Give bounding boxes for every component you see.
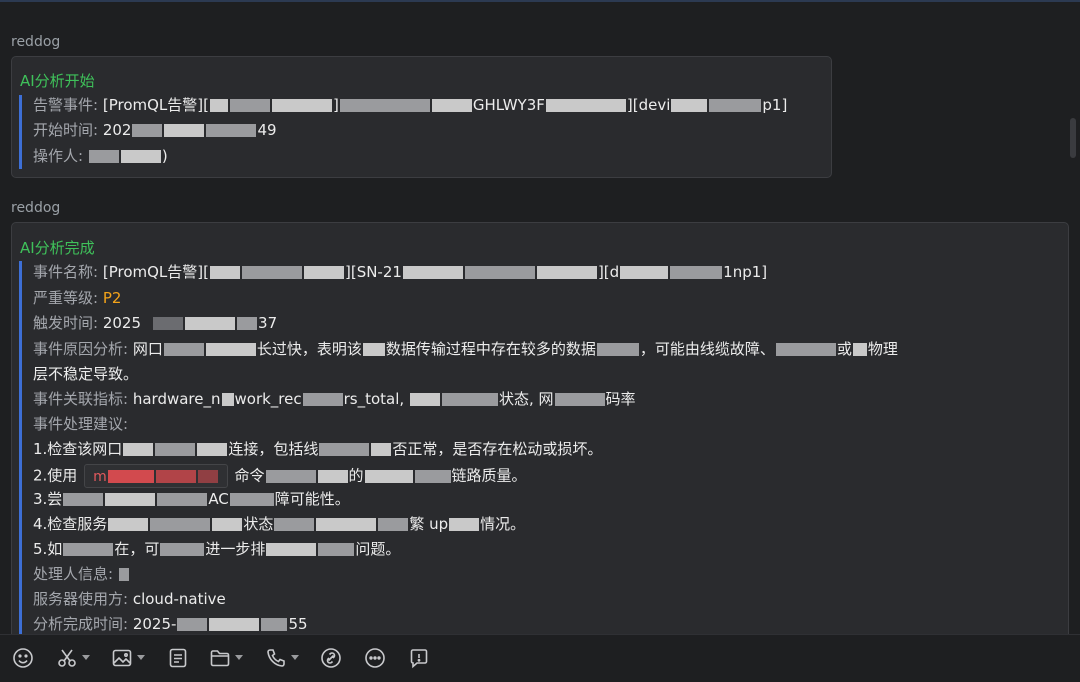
quote-bar (19, 95, 22, 169)
handling-advice-label: 事件处理建议: (33, 415, 129, 433)
advice-item: 4.检查服务 状态繁 up 情况。 (33, 515, 526, 533)
card-title: AI分析完成 (20, 239, 95, 257)
input-toolbar (0, 634, 1080, 682)
message-sender[interactable]: reddog (11, 200, 60, 216)
chevron-down-icon[interactable] (82, 655, 90, 661)
feedback-icon (408, 647, 430, 669)
link-icon (320, 647, 342, 669)
advice-item: 3.尝 AC 障可能性。 (33, 490, 350, 508)
quote-bar (19, 261, 22, 634)
message-sender[interactable]: reddog (11, 34, 60, 50)
alert-event-line: 告警事件: [PromQL告警][] GHLWY3F][devi p1] (33, 96, 788, 114)
severity-line: 严重等级: P2 (33, 289, 122, 307)
card-title: AI分析开始 (20, 72, 95, 90)
severity-badge: P2 (102, 289, 122, 307)
related-metrics-line: 事件关联指标: hardware_n work_rec rs_total, 状态, … (33, 390, 636, 408)
message-card-analysis-start: AI分析开始 告警事件: [PromQL告警][] GHLWY3F][devi p1… (11, 56, 832, 178)
link-button[interactable] (320, 646, 342, 670)
cause-analysis-line: 事件原因分析: 网口 长过快，表明该 数据传输过程中存在较多的数据 ，可能由线缆故障、… (33, 340, 898, 358)
folder-icon (209, 647, 231, 669)
handler-info-line: 处理人信息: (33, 564, 130, 584)
image-icon (111, 647, 133, 669)
emoji-icon (12, 647, 34, 669)
call-button[interactable] (265, 646, 299, 670)
phone-icon (265, 647, 287, 669)
chevron-down-icon[interactable] (137, 655, 145, 661)
image-button[interactable] (111, 646, 145, 670)
inline-code[interactable]: m (84, 464, 228, 488)
advice-item: 2.使用 m 命令的链路质量。 (33, 464, 527, 488)
start-time-line: 开始时间: 202 49 (33, 121, 277, 139)
cause-analysis-line-2: 层不稳定导致。 (33, 365, 139, 383)
event-name-line: 事件名称: [PromQL告警][][SN-21][d 1np1] (33, 263, 768, 281)
advice-item: 1.检查该网口 连接，包括线 否正常，是否存在松动或损坏。 (33, 440, 603, 458)
document-button[interactable] (167, 646, 189, 670)
server-owner-line: 服务器使用方: cloud-native (33, 590, 226, 608)
operator-line: 操作人: ) (33, 147, 168, 165)
message-card-analysis-complete: AI分析完成 事件名称: [PromQL告警][][SN-21][d 1np1] … (11, 222, 1069, 634)
trigger-time-line: 触发时间: 2025 37 (33, 314, 278, 332)
document-icon (167, 647, 189, 669)
chat-history[interactable]: reddog AI分析开始 告警事件: [PromQL告警][] GHLWY3F]… (0, 0, 1080, 634)
chevron-down-icon[interactable] (291, 655, 299, 661)
feedback-button[interactable] (408, 646, 430, 670)
more-button[interactable] (364, 646, 386, 670)
chat-scrollbar[interactable] (1070, 118, 1076, 158)
more-icon (364, 647, 386, 669)
chevron-down-icon[interactable] (235, 655, 243, 661)
advice-item: 5.如 在，可 进一步排 问题。 (33, 540, 401, 558)
scissors-icon (56, 647, 78, 669)
folder-button[interactable] (209, 646, 243, 670)
analysis-done-time-line: 分析完成时间: 2025- 55 (33, 615, 308, 633)
screenshot-button[interactable] (56, 646, 90, 670)
emoji-button[interactable] (12, 646, 34, 670)
